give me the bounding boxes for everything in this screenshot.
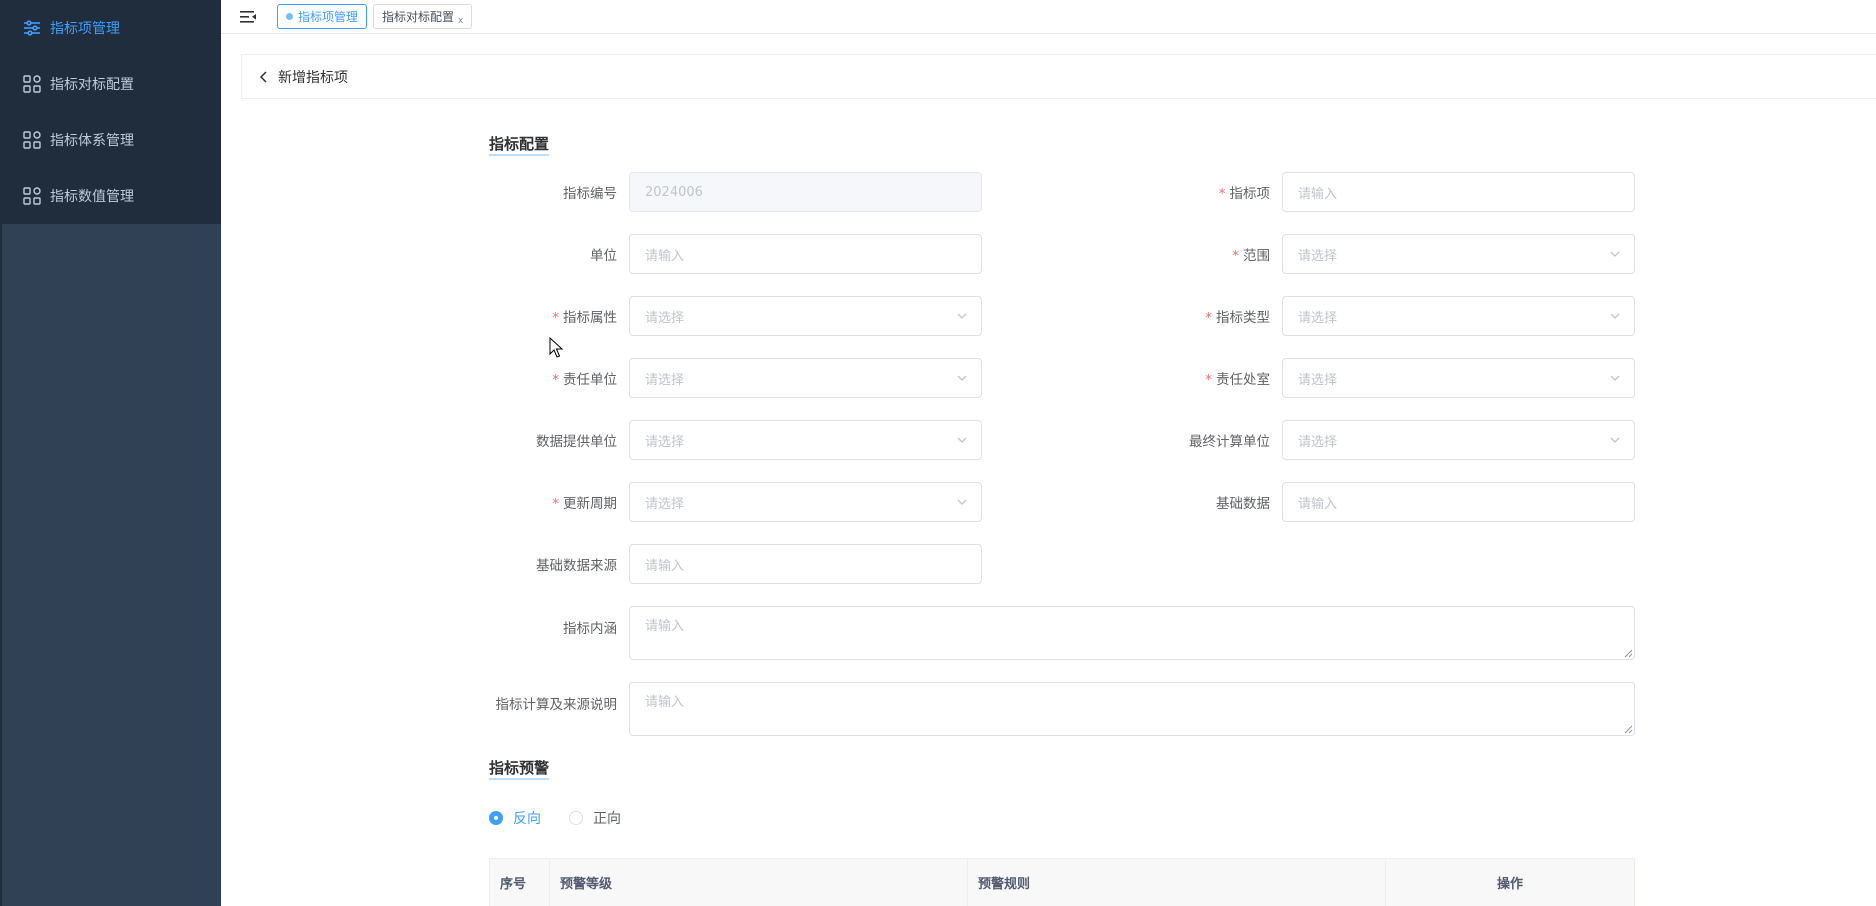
tags-view: 指标项管理 指标对标配置 x <box>277 4 473 29</box>
chevron-down-icon <box>957 437 967 443</box>
final-unit-select[interactable]: 请选择 <box>1282 420 1635 460</box>
close-icon[interactable]: x <box>458 16 463 26</box>
calc-desc-textarea[interactable]: 请输入 <box>629 682 1635 736</box>
tag-benchmark-config[interactable]: 指标对标配置 x <box>373 4 473 29</box>
warning-table: 序号 预警等级 预警规则 操作 <box>489 858 1635 906</box>
active-dot-icon <box>286 13 293 20</box>
label-unit: 单位 <box>590 248 617 264</box>
tag-label: 指标对标配置 <box>382 10 455 24</box>
chevron-down-icon <box>1610 251 1620 257</box>
radio-forward[interactable]: 正向 <box>569 808 621 828</box>
label-attr: * 指标属性 <box>552 310 617 326</box>
table-header-rule: 预警规则 <box>968 859 1386 906</box>
radio-unchecked-icon <box>569 811 583 825</box>
base-data-input[interactable]: 请输入 <box>1282 482 1635 522</box>
code-input[interactable]: 2024006 <box>629 172 982 212</box>
topbar: 指标项管理 指标对标配置 x <box>221 0 1876 34</box>
radio-checked-icon <box>489 811 503 825</box>
connotation-textarea[interactable]: 请输入 <box>629 606 1635 660</box>
label-final-unit: 最终计算单位 <box>1189 434 1270 450</box>
label-range: * 范围 <box>1232 248 1270 264</box>
table-header-actions: 操作 <box>1496 877 1523 892</box>
label-base-data: 基础数据 <box>1216 496 1270 512</box>
grid-icon <box>22 186 42 206</box>
sidebar-item-label: 指标体系管理 <box>50 133 134 149</box>
sidebar-item-label: 指标对标配置 <box>50 77 134 93</box>
chevron-down-icon <box>957 375 967 381</box>
base-source-input[interactable]: 请输入 <box>629 544 982 584</box>
mouse-cursor-icon <box>549 337 563 358</box>
hamburger-icon[interactable] <box>238 7 258 27</box>
section-title-warning: 指标预警 <box>489 759 550 780</box>
label-resp-unit: * 责任单位 <box>552 372 617 388</box>
chevron-down-icon <box>1610 313 1620 319</box>
resp-office-select[interactable]: 请选择 <box>1282 358 1635 398</box>
tag-label: 指标项管理 <box>298 10 359 24</box>
chevron-left-icon[interactable] <box>256 69 272 85</box>
chevron-down-icon <box>957 499 967 505</box>
label-data-provider: 数据提供单位 <box>536 434 617 450</box>
sidebar: 指标项管理 指标对标配置 指标体系管理 指标数值管理 <box>0 0 221 906</box>
sidebar-item-label: 指标数值管理 <box>50 189 134 205</box>
label-code: 指标编号 <box>563 186 617 202</box>
period-select[interactable]: 请选择 <box>629 482 982 522</box>
label-period: * 更新周期 <box>552 496 617 512</box>
item-input[interactable]: 请输入 <box>1282 172 1635 212</box>
sidebar-menu: 指标项管理 指标对标配置 指标体系管理 指标数值管理 <box>2 0 221 224</box>
page-header: 新增指标项 <box>241 54 1876 99</box>
attr-select[interactable]: 请选择 <box>629 296 982 336</box>
resize-handle-icon[interactable] <box>1623 648 1633 658</box>
table-header-level: 预警等级 <box>550 859 968 906</box>
direction-radio-group: 反向 正向 <box>489 808 621 828</box>
grid-icon <box>22 74 42 94</box>
label-type: * 指标类型 <box>1205 310 1270 326</box>
unit-input[interactable]: 请输入 <box>629 234 982 274</box>
sidebar-item-label: 指标项管理 <box>50 21 120 37</box>
label-connotation: 指标内涵 <box>563 621 617 637</box>
resize-handle-icon[interactable] <box>1623 724 1633 734</box>
sidebar-item-value-management[interactable]: 指标数值管理 <box>2 168 221 224</box>
resp-unit-select[interactable]: 请选择 <box>629 358 982 398</box>
section-title-config: 指标配置 <box>489 135 550 156</box>
radio-reverse[interactable]: 反向 <box>489 808 541 828</box>
label-calc-desc: 指标计算及来源说明 <box>495 697 618 713</box>
page-title: 新增指标项 <box>278 69 348 86</box>
sliders-icon <box>22 18 42 38</box>
sidebar-item-system-management[interactable]: 指标体系管理 <box>2 112 221 168</box>
chevron-down-icon <box>1610 375 1620 381</box>
label-base-source: 基础数据来源 <box>536 558 617 574</box>
tag-indicator-management[interactable]: 指标项管理 <box>277 4 368 29</box>
table-header-index: 序号 <box>490 859 550 906</box>
label-item: * 指标项 <box>1218 186 1270 202</box>
sidebar-item-benchmark-config[interactable]: 指标对标配置 <box>2 56 221 112</box>
label-resp-office: * 责任处室 <box>1205 372 1270 388</box>
sidebar-item-indicator-management[interactable]: 指标项管理 <box>2 0 221 56</box>
chevron-down-icon <box>957 313 967 319</box>
range-select[interactable]: 请选择 <box>1282 234 1635 274</box>
chevron-down-icon <box>1610 437 1620 443</box>
data-provider-select[interactable]: 请选择 <box>629 420 982 460</box>
grid-icon <box>22 130 42 150</box>
type-select[interactable]: 请选择 <box>1282 296 1635 336</box>
